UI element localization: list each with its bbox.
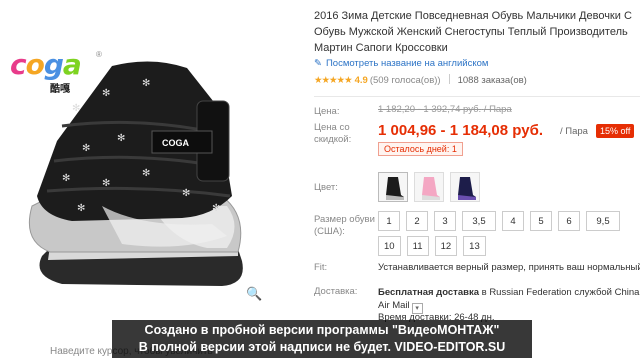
product-title-line: 2016 Зима Детские Повседневная Обувь Мал…: [314, 10, 632, 22]
size-option[interactable]: 1: [378, 211, 400, 231]
watermark-line: В полной версии этой надписи не будет. V…: [138, 340, 506, 354]
size-label: Размер обуви (США):: [314, 214, 375, 238]
product-title-line: Мартин Сапоги Кроссовки: [314, 42, 448, 54]
original-price-unit: / Пара: [483, 104, 512, 115]
size-option[interactable]: 12: [434, 236, 458, 256]
shipping-text: Бесплатная доставка в Russian Federation…: [378, 286, 640, 314]
rating-value: 4.9: [354, 75, 368, 86]
watermark-overlay: Создано в пробной версии программы "Виде…: [112, 320, 532, 358]
size-options: 1 2 3 3,5 4 5 6 9,5 10 11 12 13: [378, 211, 640, 256]
rating-stars-icon: ★★★★★: [314, 75, 353, 86]
translate-link-label: Посмотреть название на английском: [325, 58, 489, 69]
size-option[interactable]: 5: [530, 211, 552, 231]
days-left-badge: Осталось дней: 1: [378, 142, 463, 156]
size-option[interactable]: 11: [406, 236, 429, 256]
watermark-line: Создано в пробной версии программы "Виде…: [144, 323, 500, 337]
zoom-icon[interactable]: 🔍: [246, 286, 262, 302]
divider: [314, 96, 640, 97]
color-label: Цвет:: [314, 182, 338, 193]
svg-text:✻: ✻: [117, 133, 125, 144]
size-option[interactable]: 9,5: [586, 211, 620, 231]
svg-text:✻: ✻: [102, 178, 110, 189]
discount-price-label: Цена со скидкой:: [314, 122, 351, 146]
product-boot-image[interactable]: COGA ✻ ✻ ✻ ✻ ✻ ✻ ✻ ✻ ✻ ✻ ✻: [2, 56, 292, 296]
size-label-line: (США):: [314, 226, 345, 237]
product-title: 2016 Зима Детские Повседневная Обувь Мал…: [314, 8, 640, 56]
fit-text: Устанавливается верный размер, принять в…: [378, 262, 640, 273]
size-option[interactable]: 3,5: [462, 211, 496, 231]
price-unit: / Пара: [560, 126, 588, 137]
svg-text:✻: ✻: [82, 143, 90, 154]
svg-text:✻: ✻: [77, 203, 85, 214]
product-title-line: Обувь Мужской Женский Снегоступы Теплый …: [314, 26, 628, 38]
size-option[interactable]: 13: [463, 236, 486, 256]
svg-text:✻: ✻: [72, 103, 80, 114]
product-image-pane: coga ® 酷嘎 COGA ✻ ✻ ✻ ✻ ✻ ✻ ✻ ✻ ✻ ✻ ✻ 🔍 Наведите…: [0, 0, 300, 360]
original-price: 1 182,20 - 1 392,74 руб. / Пара: [378, 104, 512, 115]
translate-icon: ✎: [314, 58, 322, 69]
size-option[interactable]: 2: [406, 211, 428, 231]
shipping-method: Air Mail: [378, 300, 410, 311]
color-swatches: [378, 172, 480, 202]
size-option[interactable]: 4: [502, 211, 524, 231]
translate-title-link[interactable]: ✎ Посмотреть название на английском: [314, 58, 488, 69]
boot-thumbnail-icon: [458, 177, 476, 200]
shipping-label: Доставка:: [314, 286, 358, 297]
price-label: Цена:: [314, 106, 340, 117]
shipping-service-text: в Russian Federation службой China: [479, 287, 640, 298]
discount-price-label-line: скидкой:: [314, 134, 352, 145]
size-option[interactable]: 3: [434, 211, 456, 231]
svg-text:✻: ✻: [212, 203, 220, 214]
svg-text:✻: ✻: [102, 88, 110, 99]
color-swatch-black-silver[interactable]: [378, 172, 408, 202]
shipping-free-text: Бесплатная доставка: [378, 287, 479, 298]
discount-price-label-line: Цена со: [314, 122, 350, 133]
discount-price: 1 004,96 - 1 184,08 руб.: [378, 122, 544, 139]
size-option[interactable]: 10: [378, 236, 401, 256]
svg-text:COGA: COGA: [162, 138, 190, 148]
color-swatch-navy-purple[interactable]: [450, 172, 480, 202]
svg-text:✻: ✻: [142, 78, 150, 89]
discount-badge: 15% off: [596, 124, 635, 138]
original-price-value: 1 182,20 - 1 392,74 руб.: [378, 104, 482, 115]
svg-text:✻: ✻: [142, 168, 150, 179]
boot-thumbnail-icon: [386, 177, 404, 200]
divider: [448, 74, 450, 84]
orders-count: 1088 заказа(ов): [457, 75, 527, 86]
color-swatch-pink[interactable]: [414, 172, 444, 202]
rating-row: ★★★★★ 4.9 (509 голоса(ов)) 1088 заказа(ов): [314, 74, 527, 86]
svg-text:✻: ✻: [182, 188, 190, 199]
size-label-line: Размер обуви: [314, 214, 375, 225]
boot-thumbnail-icon: [422, 177, 440, 200]
rating-votes-link[interactable]: (509 голоса(ов)): [370, 75, 441, 86]
fit-label: Fit:: [314, 262, 328, 273]
size-option[interactable]: 6: [558, 211, 580, 231]
svg-text:✻: ✻: [62, 173, 70, 184]
product-info-pane: 2016 Зима Детские Повседневная Обувь Мал…: [300, 0, 640, 360]
